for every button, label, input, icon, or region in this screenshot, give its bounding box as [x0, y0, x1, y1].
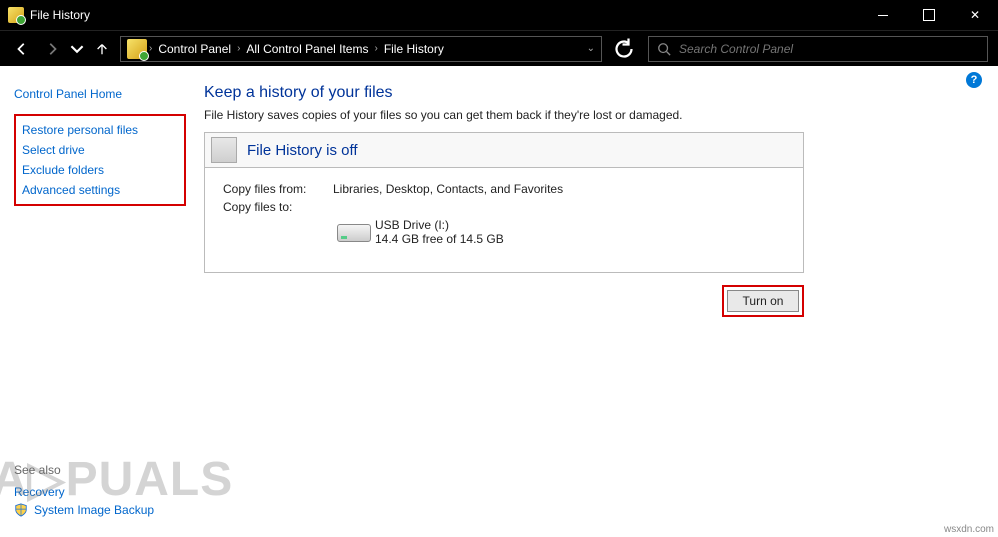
maximize-button[interactable] — [906, 0, 952, 30]
source-label: wsxdn.com — [944, 524, 994, 535]
drive-icon — [333, 224, 375, 246]
navbar: › Control Panel › All Control Panel Item… — [0, 30, 998, 66]
copy-from-value: Libraries, Desktop, Contacts, and Favori… — [333, 182, 563, 196]
shield-icon — [14, 503, 28, 517]
breadcrumb-item[interactable]: File History — [380, 42, 448, 56]
file-history-icon — [8, 7, 24, 23]
status-body: Copy files from: Libraries, Desktop, Con… — [205, 168, 803, 272]
minimize-button[interactable] — [860, 0, 906, 30]
control-panel-home-link[interactable]: Control Panel Home — [14, 84, 186, 104]
sidebar-link-exclude-folders[interactable]: Exclude folders — [22, 160, 178, 180]
sidebar-link-select-drive[interactable]: Select drive — [22, 140, 178, 160]
back-button[interactable] — [10, 37, 34, 61]
page-title: Keep a history of your files — [204, 84, 994, 102]
see-also-recovery[interactable]: Recovery — [14, 483, 154, 501]
main-panel: ? Keep a history of your files File Hist… — [200, 66, 998, 537]
address-dropdown-icon[interactable]: ⌄ — [587, 43, 595, 54]
titlebar: File History ✕ — [0, 0, 998, 30]
chevron-right-icon[interactable]: › — [149, 43, 152, 54]
breadcrumb-item[interactable]: All Control Panel Items — [242, 42, 372, 56]
help-icon[interactable]: ? — [966, 72, 982, 88]
status-title: File History is off — [247, 142, 358, 159]
up-button[interactable] — [90, 37, 114, 61]
sidebar-links-highlight: Restore personal files Select drive Excl… — [14, 114, 186, 206]
search-icon — [657, 42, 671, 56]
status-header: File History is off — [205, 133, 803, 168]
search-input[interactable] — [679, 42, 979, 56]
see-also-heading: See also — [14, 463, 154, 477]
breadcrumb-bar[interactable]: › Control Panel › All Control Panel Item… — [120, 36, 602, 62]
recent-dropdown[interactable] — [70, 37, 84, 61]
drive-space: 14.4 GB free of 14.5 GB — [375, 232, 504, 246]
breadcrumb-item[interactable]: Control Panel — [154, 42, 235, 56]
search-box[interactable] — [648, 36, 988, 62]
status-box: File History is off Copy files from: Lib… — [204, 132, 804, 273]
refresh-button[interactable] — [612, 37, 636, 61]
see-also: See also Recovery System Image Backup — [14, 463, 154, 519]
turn-on-highlight: Turn on — [722, 285, 804, 317]
drive-name: USB Drive (I:) — [375, 218, 504, 232]
copy-to-label: Copy files to: — [223, 200, 333, 214]
window-controls: ✕ — [860, 0, 998, 30]
file-history-icon — [127, 39, 147, 59]
see-also-system-image-backup[interactable]: System Image Backup — [14, 501, 154, 519]
page-description: File History saves copies of your files … — [204, 108, 994, 122]
status-icon — [211, 137, 237, 163]
close-button[interactable]: ✕ — [952, 0, 998, 30]
turn-on-button[interactable]: Turn on — [727, 290, 799, 312]
chevron-right-icon[interactable]: › — [237, 43, 240, 54]
chevron-right-icon[interactable]: › — [374, 43, 377, 54]
copy-from-label: Copy files from: — [223, 182, 333, 196]
sidebar-link-restore[interactable]: Restore personal files — [22, 120, 178, 140]
sidebar-link-advanced-settings[interactable]: Advanced settings — [22, 180, 178, 200]
forward-button[interactable] — [40, 37, 64, 61]
content-area: Control Panel Home Restore personal file… — [0, 66, 998, 537]
window-title: File History — [30, 8, 90, 22]
